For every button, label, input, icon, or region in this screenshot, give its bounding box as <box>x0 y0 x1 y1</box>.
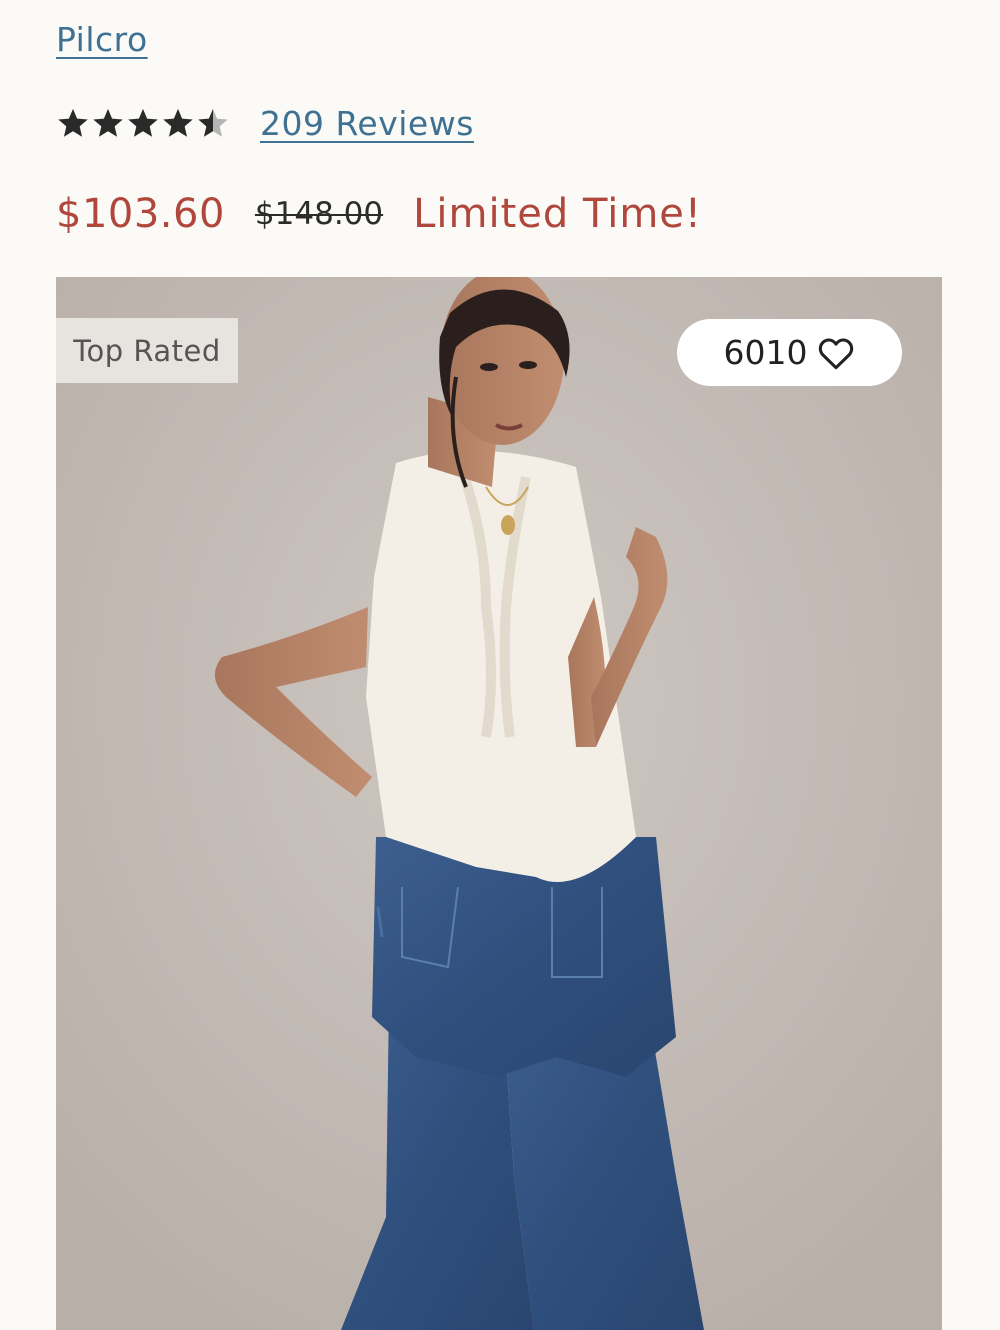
star-rating <box>56 106 230 140</box>
top-rated-badge: Top Rated <box>56 318 238 383</box>
promo-label: Limited Time! <box>413 191 702 237</box>
favorite-count: 6010 <box>723 333 808 372</box>
star-icon <box>163 108 193 137</box>
star-icon <box>58 108 88 137</box>
favorite-button[interactable]: 6010 <box>677 319 902 386</box>
product-photo <box>56 277 942 1330</box>
reviews-link[interactable]: 209 Reviews <box>260 104 474 143</box>
rating-row: 209 Reviews <box>56 98 474 148</box>
heart-outline-icon <box>819 337 854 369</box>
brand-link[interactable]: Pilcro <box>56 20 148 59</box>
original-price: $148.00 <box>254 196 384 232</box>
star-icon <box>93 108 123 137</box>
star-icon <box>198 108 228 137</box>
price-row: $103.60 $148.00 Limited Time! <box>56 186 702 242</box>
star-icon <box>128 108 158 137</box>
sale-price: $103.60 <box>56 191 225 237</box>
product-image[interactable]: Top Rated 6010 <box>56 277 942 1330</box>
